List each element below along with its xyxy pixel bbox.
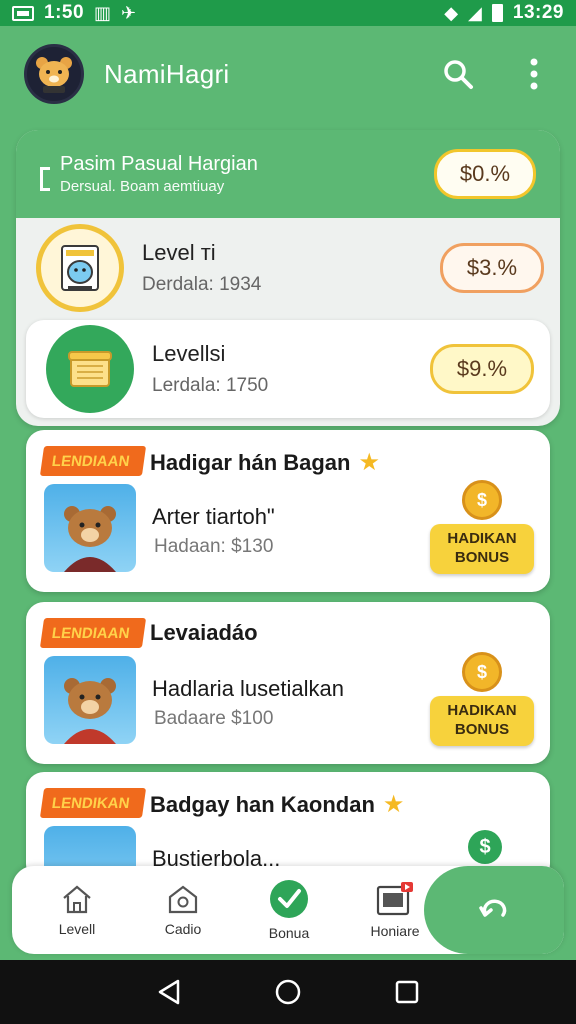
level-badge-green — [46, 325, 134, 413]
level-value-pill[interactable]: $3.% — [440, 243, 544, 293]
signal-icon: ◢ — [468, 3, 482, 23]
search-button[interactable] — [440, 56, 476, 92]
video-card-icon — [376, 882, 413, 916]
offer-price: Badaare $100 — [154, 708, 274, 729]
star-icon: ★ — [358, 449, 380, 476]
coin-icon: $ — [462, 652, 502, 692]
camera-house-icon — [168, 885, 198, 914]
offer-title: Hadigar hán Bagan ★ — [150, 448, 380, 477]
search-icon — [444, 60, 473, 89]
check-circle-icon — [270, 880, 308, 918]
dollar-icon: $ — [468, 830, 502, 864]
offer-tag: LENDIAAN — [39, 618, 146, 648]
level-detail: Derdala: 1934 — [142, 274, 262, 295]
offer-card[interactable]: LENDIAAN Levaiadáo Hadlaria lusetialkan … — [26, 602, 550, 764]
level-badge-gold — [36, 224, 124, 312]
bonus-button-line2: BONUS — [454, 549, 510, 566]
nav-label: Bonua — [268, 925, 310, 941]
summary-title: Pasim Pasual Hargian — [60, 153, 258, 175]
offer-title: Badgay han Kaondan ★ — [150, 790, 404, 819]
offer-title-text: Levaiadáo — [150, 620, 258, 645]
offer-thumbnail — [44, 484, 136, 572]
nav-label: Honiare — [370, 923, 420, 939]
home-circle-icon[interactable] — [274, 978, 302, 1006]
level-row-selected[interactable]: Levellsi Lerdala: 1750 $9.% — [26, 320, 550, 418]
avatar[interactable] — [24, 44, 84, 104]
nav-item-level[interactable]: Levell — [24, 883, 130, 937]
bear-mascot-icon — [64, 678, 116, 744]
status-time-left: 1:50 — [44, 2, 85, 23]
level-value-pill[interactable]: $9.% — [430, 344, 534, 394]
bonus-button-line2: BONUS — [454, 721, 510, 738]
offer-price: Hadaan: $130 — [154, 536, 274, 557]
more-vert-icon — [530, 58, 538, 90]
airplane-icon: ✈ — [121, 3, 137, 23]
offer-tag: LENDIAAN — [39, 446, 146, 476]
claim-bonus-button[interactable]: HADIKAN BONUS — [430, 524, 534, 574]
recents-icon[interactable] — [394, 979, 420, 1005]
offer-title-text: Hadigar hán Bagan — [150, 449, 351, 475]
refresh-icon — [479, 899, 507, 917]
summary-header[interactable]: Pasim Pasual Hargian Dersual. Boam aemti… — [16, 130, 560, 218]
offer-title-text: Badgay han Kaondan — [150, 791, 375, 817]
home-icon — [63, 885, 91, 914]
bonus-button-line1: HADIKAN — [447, 702, 517, 720]
notification-icon — [12, 5, 34, 21]
offer-tag: LENDIKAN — [39, 788, 146, 818]
nav-item-bonus[interactable]: Bonua — [236, 879, 342, 941]
level-name: Levellsi — [152, 341, 226, 366]
level-row[interactable]: Level ті Derdala: 1934 $3.% — [16, 220, 560, 316]
status-bar: 1:50 ▥ ✈ ◆ ◢ 13:29 — [0, 0, 576, 26]
bottom-navigation: Levell Cadio Bonua Honiare — [12, 866, 564, 954]
offer-card[interactable]: LENDIAAN Hadigar hán Bagan ★ Arter tiart… — [26, 430, 550, 592]
battery-icon — [491, 4, 503, 22]
level-detail: Lerdala: 1750 — [152, 375, 269, 396]
more-options-button[interactable] — [516, 56, 552, 92]
barcode-icon: ▥ — [94, 3, 112, 23]
star-icon: ★ — [382, 791, 405, 818]
offer-thumbnail — [44, 656, 136, 744]
summary-value-pill[interactable]: $0.% — [434, 149, 536, 199]
back-icon[interactable] — [156, 978, 182, 1006]
system-navigation-bar — [0, 960, 576, 1024]
level-name: Level ті — [142, 240, 216, 265]
levels-card: Pasim Pasual Hargian Dersual. Boam aemti… — [16, 130, 560, 426]
offer-subtitle: Arter tiartoh" — [152, 504, 275, 529]
app-bar: NamiHagri — [0, 26, 576, 122]
offer-title: Levaiadáo — [150, 620, 258, 646]
coin-icon: $ — [462, 480, 502, 520]
nav-label: Cadio — [164, 921, 202, 937]
refresh-fab[interactable] — [424, 866, 564, 954]
nav-item-cadio[interactable]: Cadio — [130, 883, 236, 937]
summary-subtitle: Dersual. Boam aemtiuay — [60, 178, 225, 195]
status-time-right: 13:29 — [512, 2, 564, 23]
nav-label: Levell — [58, 921, 96, 937]
offer-subtitle: Hadlaria lusetialkan — [152, 676, 344, 701]
app-title: NamiHagri — [104, 58, 230, 89]
bear-mascot-icon — [64, 506, 116, 572]
wifi-icon: ◆ — [444, 3, 459, 23]
claim-bonus-button[interactable]: HADIKAN BONUS — [430, 696, 534, 746]
bear-logo-icon — [36, 57, 72, 93]
scroll-box-icon — [68, 351, 112, 387]
bracket-icon — [40, 167, 50, 191]
bonus-button-line1: HADIKAN — [447, 530, 517, 548]
certificate-mascot-icon — [61, 245, 99, 291]
